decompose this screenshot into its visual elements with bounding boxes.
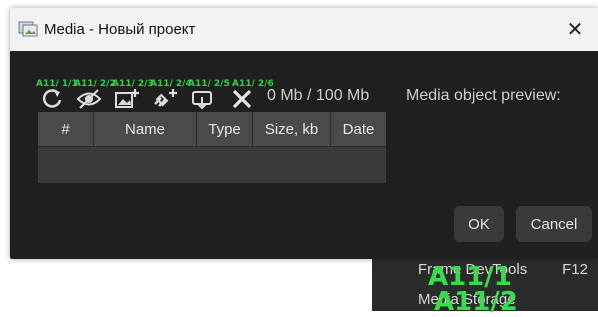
- export-button[interactable]: A11/ 2/5: [188, 80, 230, 114]
- overlay-label: A11/ 1/1: [36, 79, 78, 89]
- storage-usage-text: 0 Mb / 100 Mb: [267, 87, 370, 104]
- table-header: # Name Type Size, kb Date: [38, 112, 386, 146]
- delete-button[interactable]: A11/ 2/6: [228, 80, 274, 114]
- column-header-index[interactable]: #: [38, 112, 94, 146]
- hide-button[interactable]: A11/ 2/2: [74, 80, 116, 114]
- delete-icon: [232, 89, 252, 109]
- refresh-icon: [42, 89, 62, 108]
- table-body[interactable]: [38, 146, 386, 183]
- preview-label: Media object preview:: [406, 87, 561, 104]
- overlay-label: A11/1: [428, 262, 512, 292]
- menu-item-shortcut: F12: [562, 261, 588, 278]
- add-image-icon: [115, 89, 139, 108]
- add-link-icon: [154, 89, 177, 107]
- column-header-date[interactable]: Date: [331, 112, 386, 146]
- export-icon: [192, 91, 212, 110]
- overlay-label: A11/ 2/5: [188, 79, 230, 89]
- add-image-button[interactable]: A11/ 2/3: [112, 80, 154, 114]
- ok-button[interactable]: OK: [454, 206, 504, 242]
- column-header-size[interactable]: Size, kb: [253, 112, 331, 146]
- refresh-button[interactable]: A11/ 1/1: [36, 80, 78, 114]
- overlay-label: A11/ 2/2: [74, 79, 116, 89]
- column-header-name[interactable]: Name: [94, 112, 197, 146]
- media-table: # Name Type Size, kb Date: [38, 112, 386, 183]
- close-button[interactable]: ✕: [552, 8, 598, 51]
- overlay-label: A11/ 2/3: [112, 79, 154, 89]
- overlay-label: A11/2: [434, 287, 518, 317]
- title-bar: Media - Новый проект ✕: [10, 8, 598, 51]
- column-header-type[interactable]: Type: [197, 112, 253, 146]
- add-link-button[interactable]: A11/ 2/4: [150, 80, 192, 114]
- media-dialog: Media - Новый проект ✕ A11/ 1/1 A11/ 2/2: [10, 8, 598, 259]
- cancel-button[interactable]: Cancel: [516, 206, 592, 242]
- overlay-label: A11/ 2/4: [150, 79, 192, 89]
- app-icon: [18, 21, 38, 37]
- window-title: Media - Новый проект: [44, 21, 196, 38]
- hide-eye-icon: [76, 89, 102, 109]
